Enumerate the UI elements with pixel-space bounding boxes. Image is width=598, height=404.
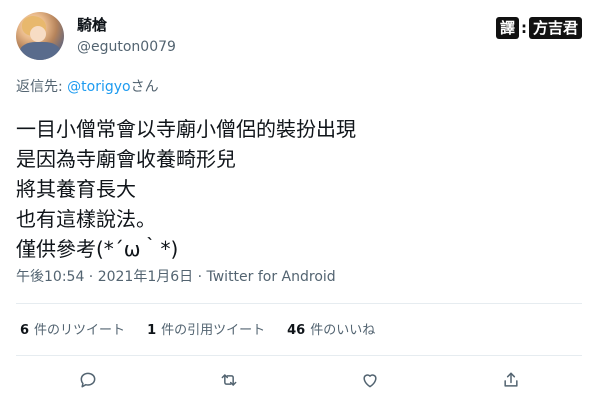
like-icon [363, 374, 377, 388]
tweet-actions [0, 364, 598, 396]
tweet-line: 一目小僧常會以寺廟小僧侶的裝扮出現 [16, 117, 356, 141]
user-handle[interactable]: @eguton0079 [77, 38, 176, 56]
retweet-icon [221, 374, 237, 386]
divider [16, 355, 582, 356]
likes-label: 件のいいね [310, 323, 376, 338]
tweet-stats: 6 件のリツイート 1 件の引用ツイート 46 件のいいね [20, 322, 397, 340]
retweets-count-link[interactable]: 6 件のリツイート [20, 322, 125, 340]
tweet-timestamp[interactable]: 午後10:54 · 2021年1月6日 · Twitter for Androi… [16, 268, 336, 286]
reply-button[interactable] [72, 364, 104, 396]
tweet-header: 騎槍 @eguton0079 譯 : 方吉君 [16, 12, 582, 62]
retweet-button[interactable] [213, 364, 245, 396]
likes-count-link[interactable]: 46 件のいいね [287, 322, 375, 340]
avatar-face [30, 26, 46, 42]
reply-mention-link[interactable]: @torigyo [67, 79, 130, 95]
reply-prefix: 返信先: [16, 79, 68, 95]
translator-separator: : [520, 19, 527, 37]
reply-icon [80, 372, 96, 388]
avatar-clothing [20, 42, 60, 60]
like-button[interactable] [354, 364, 386, 396]
user-display-name[interactable]: 騎槍 [77, 16, 107, 34]
likes-count: 46 [287, 323, 306, 338]
reply-suffix: さん [130, 79, 159, 95]
tweet-line: 僅供參考(*´ω｀*) [16, 237, 179, 261]
retweets-label: 件のリツイート [34, 323, 126, 338]
tweet-line: 將其養育長大 [16, 177, 136, 201]
translator-label: 譯 [495, 17, 519, 39]
tweet-line: 是因為寺廟會收養畸形兒 [16, 147, 236, 171]
quotes-count: 1 [147, 323, 157, 338]
retweets-count: 6 [20, 323, 30, 338]
translator-badge: 譯 : 方吉君 [495, 17, 582, 39]
quotes-label: 件の引用ツイート [161, 323, 266, 338]
tweet-line: 也有這樣說法。 [16, 207, 156, 231]
divider [16, 303, 582, 304]
share-icon [504, 372, 518, 387]
tweet-text: 一目小僧常會以寺廟小僧侶的裝扮出現 是因為寺廟會收養畸形兒 將其養育長大 也有這… [16, 114, 576, 264]
share-button[interactable] [495, 364, 527, 396]
avatar[interactable] [16, 12, 64, 60]
reply-to: 返信先: @torigyoさん [16, 78, 159, 96]
translator-name: 方吉君 [528, 17, 582, 39]
quotes-count-link[interactable]: 1 件の引用ツイート [147, 322, 265, 340]
